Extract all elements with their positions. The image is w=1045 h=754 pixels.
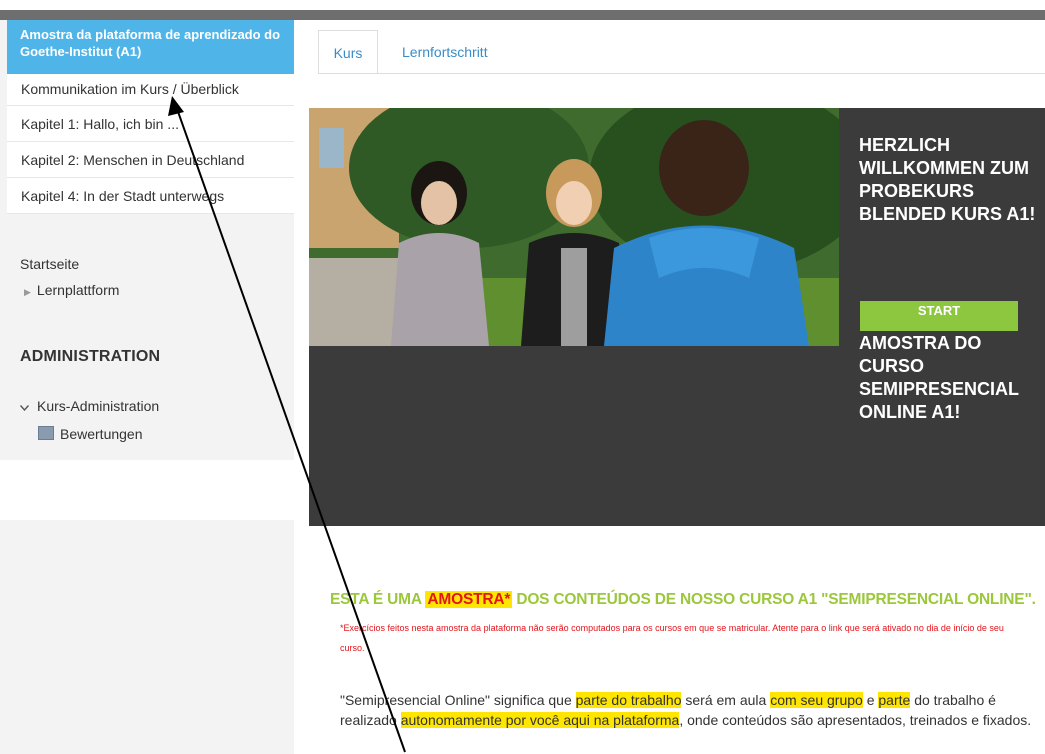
- paragraph-text: será em aula: [681, 692, 771, 708]
- paragraph-text: "Semipresencial Online" significa que: [340, 692, 576, 708]
- course-title[interactable]: Amostra da plataforma de aprendizado do …: [7, 20, 294, 74]
- nav-item-kommunikation[interactable]: Kommunikation im Kurs / Überblick: [7, 74, 294, 106]
- tab-kurs[interactable]: Kurs: [318, 30, 378, 74]
- top-bar: [0, 10, 1045, 20]
- banner-subheadline: AMOSTRA DO CURSO SEMIPRESENCIAL ONLINE A…: [859, 333, 1019, 422]
- welcome-banner: HERZLICH WILLKOMMEN ZUM PROBEKURS BLENDE…: [309, 108, 1045, 526]
- administration-heading: ADMINISTRATION: [20, 348, 161, 365]
- bewertungen-label: Bewertungen: [60, 426, 143, 442]
- top-strip: [0, 0, 1045, 20]
- heading-pre: ESTA É UMA: [330, 591, 422, 608]
- sample-heading: ESTA É UMA AMOSTRA* DOS CONTEÚDOS DE NOS…: [330, 591, 1036, 609]
- highlighted-text: autonomamente por você aqui na plataform…: [400, 712, 680, 728]
- nav-item-kapitel-4[interactable]: Kapitel 4: In der Stadt unterwegs: [7, 178, 294, 214]
- paragraph-text: , onde conteúdos são apresentados, trein…: [679, 712, 1032, 728]
- students-photo: [309, 108, 839, 346]
- tab-lernfortschritt[interactable]: Lernfortschritt: [402, 30, 488, 74]
- lernplattform-label: Lernplattform: [36, 282, 120, 298]
- triangle-right-icon: ▶: [24, 287, 31, 297]
- nav-item-kapitel-2[interactable]: Kapitel 2: Menschen in Deutschland: [7, 142, 294, 178]
- heading-highlight: AMOSTRA*: [425, 591, 513, 608]
- highlighted-text: parte: [878, 692, 911, 708]
- redacted-area: [0, 460, 294, 520]
- heading-post: DOS CONTEÚDOS DE NOSSO CURSO A1 "SEMIPRE…: [512, 591, 1036, 608]
- disclaimer-note: *Exercícios feitos nesta amostra da plat…: [340, 623, 1004, 653]
- sidebar: Amostra da plataforma de aprendizado do …: [0, 20, 294, 754]
- start-button[interactable]: START: [860, 301, 1018, 331]
- course-nav-list: Kommunikation im Kurs / Überblick Kapite…: [7, 74, 294, 214]
- lernplattform-link[interactable]: ▶ Lernplattform: [24, 282, 119, 298]
- nav-item-kapitel-1[interactable]: Kapitel 1: Hallo, ich bin ...: [7, 106, 294, 142]
- startseite-link[interactable]: Startseite: [20, 256, 79, 272]
- heading-star: *: [504, 591, 511, 608]
- tabs-divider: [318, 73, 1045, 74]
- highlighted-text: parte do trabalho: [575, 692, 682, 708]
- chevron-down-icon: [19, 398, 30, 414]
- grades-table-icon: [38, 426, 54, 440]
- paragraph-text: e: [862, 692, 879, 708]
- highlighted-text: com seu grupo: [770, 692, 863, 708]
- kurs-administration-label: Kurs-Administration: [37, 398, 160, 414]
- banner-headline: HERZLICH WILLKOMMEN ZUM PROBEKURS BLENDE…: [859, 135, 1036, 224]
- bewertungen-link[interactable]: Bewertungen: [38, 426, 143, 442]
- heading-highlight-text: AMOSTRA: [427, 591, 505, 608]
- kurs-administration-node[interactable]: Kurs-Administration: [19, 398, 160, 414]
- intro-paragraph: "Semipresencial Online" significa que pa…: [340, 690, 1040, 730]
